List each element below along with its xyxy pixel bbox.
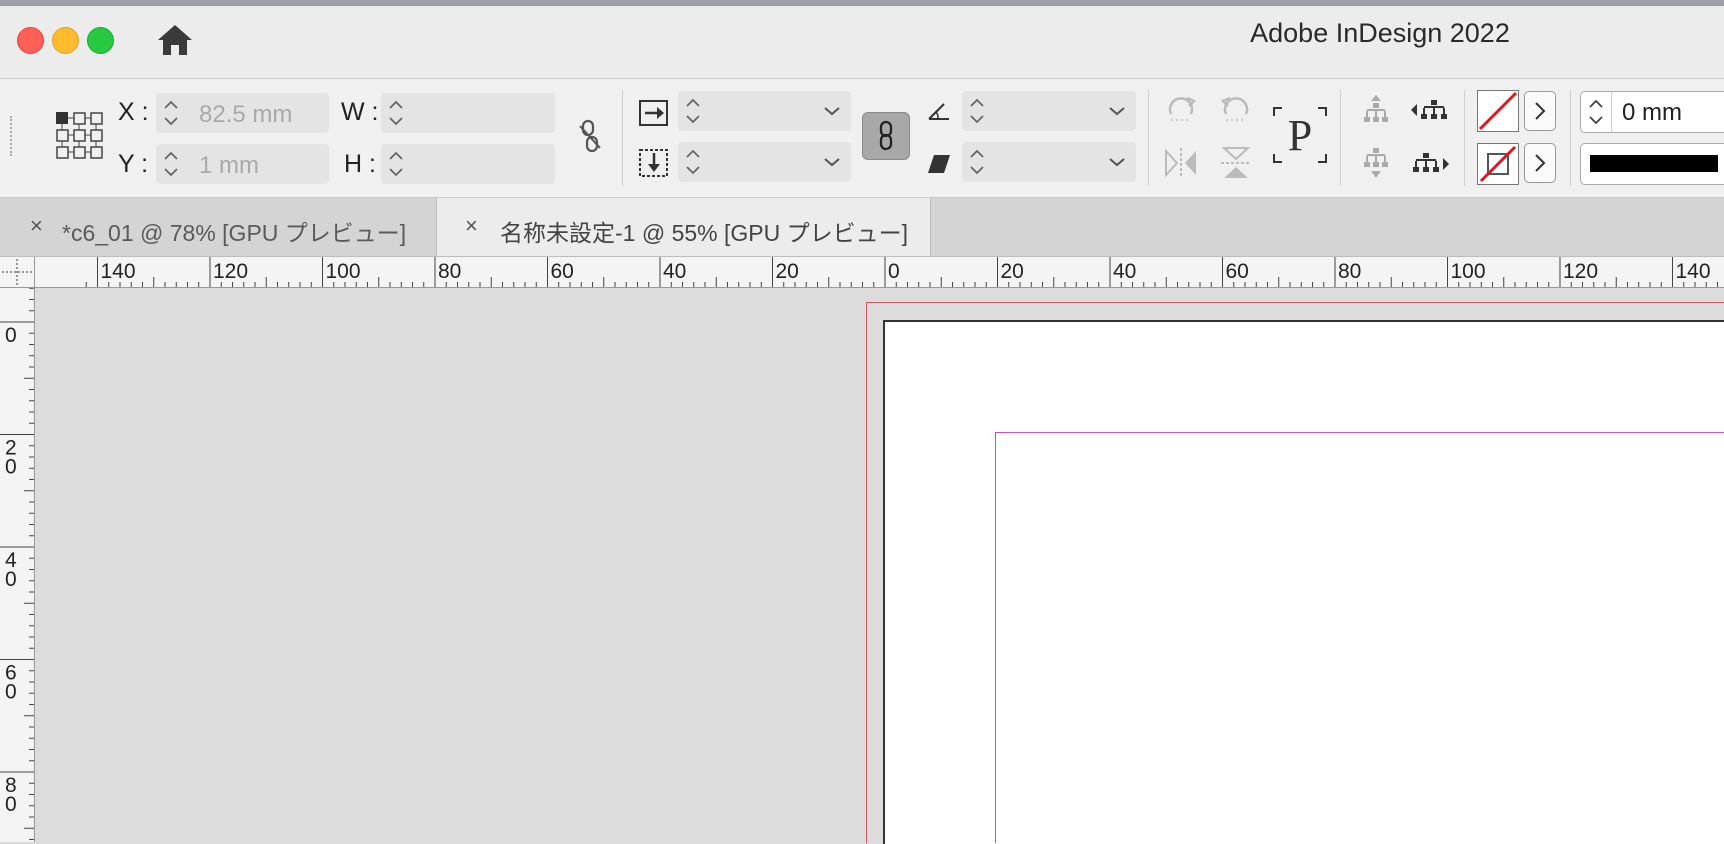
stroke-type-preview [1590,155,1718,172]
select-previous-icon[interactable] [1410,93,1450,127]
separator [1570,90,1571,186]
close-tab-icon[interactable]: × [30,213,43,239]
y-value: 1 mm [199,152,259,179]
select-container-icon[interactable] [1359,93,1393,127]
ruler-label: 60 [1226,260,1249,283]
stroke-none-swatch[interactable] [1477,143,1519,185]
tab-label: 名称未設定-1 @ 55% [GPU プレビュー] [500,220,909,246]
constrain-scale-button[interactable] [862,112,910,160]
shear-stepper-icon[interactable] [964,142,990,182]
h-label: H : [344,150,376,178]
panel-grip-handle[interactable] [10,116,16,156]
x-value: 82.5 mm [199,101,293,128]
ruler-label: 80 [438,260,461,283]
close-tab-icon[interactable]: × [465,213,478,239]
chevron-down-icon[interactable] [1108,156,1126,168]
scale-y-stepper-icon[interactable] [680,142,706,182]
ruler-label: 80 [1338,260,1361,283]
select-content-icon[interactable] [1359,145,1393,181]
ruler-label: 0 [5,793,17,816]
ruler-label: 140 [101,260,136,283]
x-stepper-icon[interactable] [158,93,184,133]
scale-x-stepper-icon[interactable] [680,91,706,131]
flip-horizontal-icon[interactable] [1163,145,1199,181]
horizontal-ruler-ticks: 140 120 100 80 60 40 20 0 20 40 60 80 100 120 140 [85,257,1718,287]
svg-text:P: P [1288,111,1312,160]
h-field[interactable] [381,144,555,184]
ruler-origin[interactable] [0,257,35,288]
stroke-swatch-menu-button[interactable] [1524,143,1556,183]
horizontal-ruler[interactable]: 140 120 100 80 60 40 20 0 20 40 60 80 100 120 140 [0,257,1724,288]
chevron-down-icon[interactable] [1108,105,1126,117]
paragraph-p-icon[interactable]: P [1272,106,1328,164]
ruler-label: 40 [663,260,686,283]
separator [1340,90,1341,186]
stroke-weight-field[interactable]: 0 mm [1580,91,1724,133]
chevron-down-icon[interactable] [823,156,841,168]
scale-x-icon [639,98,669,128]
ruler-label: 100 [1451,260,1486,283]
separator [622,90,623,186]
chevron-down-icon[interactable] [823,105,841,117]
menu-strip-remnant [0,0,1724,6]
unlink-proportions-icon[interactable] [576,118,604,154]
rotate-angle-icon [926,98,952,124]
select-next-icon[interactable] [1410,145,1450,181]
x-field[interactable]: 82.5 mm [156,93,329,133]
rotate-cw-icon[interactable] [1163,92,1199,128]
reference-point-grid-icon[interactable] [54,110,106,162]
minimize-window-button[interactable] [52,27,79,54]
constrain-link-icon [879,120,893,151]
ruler-label: 40 [1113,260,1136,283]
shear-angle-icon [926,152,952,176]
w-stepper-icon[interactable] [383,93,409,133]
stroke-weight-stepper-icon[interactable] [1583,92,1609,132]
ruler-label: 120 [213,260,248,283]
y-label: Y : [118,150,149,178]
stroke-weight-value: 0 mm [1622,99,1682,126]
ruler-label: 100 [326,260,361,283]
ruler-label: 20 [776,260,799,283]
rotate-ccw-icon[interactable] [1218,92,1254,128]
home-icon[interactable] [156,22,194,58]
ruler-label: 140 [1676,260,1711,283]
separator [1148,90,1149,186]
scale-y-icon [639,148,669,178]
stroke-type-dropdown[interactable] [1580,143,1724,185]
separator [1464,90,1465,186]
y-stepper-icon[interactable] [158,144,184,184]
tab-untitled-1[interactable]: × 名称未設定-1 @ 55% [GPU プレビュー] [437,198,931,256]
zoom-window-button[interactable] [87,27,114,54]
y-field[interactable]: 1 mm [156,144,329,184]
tab-c6-01[interactable]: × *c6_01 @ 78% [GPU プレビュー] [0,198,437,256]
ruler-label: 0 [888,260,900,283]
vertical-ruler-ticks: 020406080 [0,288,34,840]
scale-y-dropdown[interactable] [678,142,851,182]
ruler-label: 20 [1001,260,1024,283]
ruler-label: 0 [5,456,17,479]
ruler-label: 60 [551,260,574,283]
margin-guide [995,432,1724,843]
x-label: X : [118,98,149,126]
w-field[interactable] [381,93,555,133]
vertical-ruler[interactable]: 020406080 [0,288,35,842]
ruler-label: 0 [5,568,17,591]
flip-vertical-icon[interactable] [1218,145,1254,181]
fill-none-swatch[interactable] [1477,90,1519,132]
chevron-right-icon [1535,102,1546,120]
rotation-stepper-icon[interactable] [964,91,990,131]
window-title: Adobe InDesign 2022 [1250,18,1510,48]
w-label: W : [341,98,379,126]
h-stepper-icon[interactable] [383,144,409,184]
ruler-label: 0 [5,324,17,347]
fill-swatch-menu-button[interactable] [1524,91,1556,131]
ruler-label: 0 [5,681,17,704]
chevron-right-icon [1535,154,1546,172]
tab-label: *c6_01 @ 78% [GPU プレビュー] [62,220,407,246]
close-window-button[interactable] [17,27,44,54]
scale-x-dropdown[interactable] [678,91,851,131]
shear-angle-dropdown[interactable] [962,142,1136,182]
rotation-angle-dropdown[interactable] [962,91,1136,131]
ruler-label: 120 [1563,260,1598,283]
